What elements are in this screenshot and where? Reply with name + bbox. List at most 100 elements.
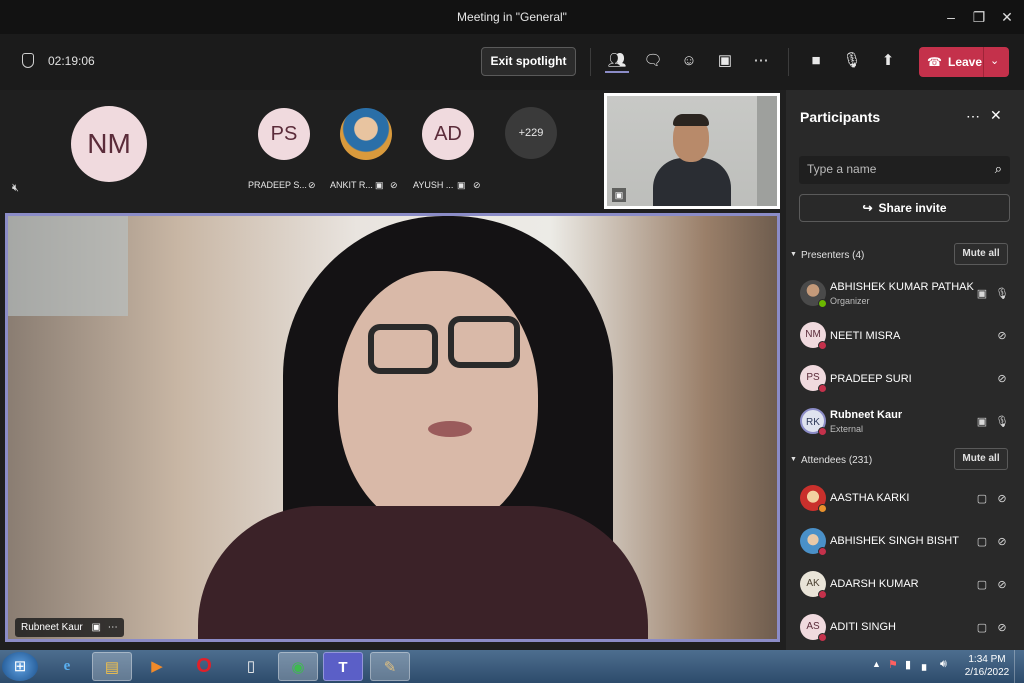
participant-name: Rubneet Kaur [21,622,83,633]
mic-off-icon[interactable]: ⊘ [994,328,1010,344]
mic-off-icon: ⊘ [390,180,398,190]
minimize-icon[interactable]: – [940,6,962,28]
more-options-icon[interactable]: ⋯ [966,108,980,125]
show-hidden-icons[interactable]: ▲ [872,659,881,669]
screen-share-icon: ▣ [976,288,988,300]
chevron-down-icon[interactable]: ⌄ [990,54,999,67]
teams-icon[interactable]: T [323,652,363,681]
toolbar-divider [788,48,789,76]
mute-all-button[interactable]: Mute all [954,243,1008,265]
panel-title: Participants [800,109,881,125]
mic-off-icon[interactable]: ⊘ [994,577,1010,593]
mic-off-icon: ⊘ [473,180,481,190]
status-busy-icon [818,590,827,599]
presenters-label: Presenters (4) [801,250,865,261]
status-busy-icon [818,427,827,436]
screen-share-icon: ▣ [976,416,988,428]
search-icon[interactable]: ⌕ [995,161,1002,177]
shield-icon [22,53,34,68]
caret-down-icon[interactable]: ▼ [790,456,797,463]
exit-spotlight-button[interactable]: Exit spotlight [481,47,576,76]
volume-icon[interactable]: 🔊︎ [940,658,947,671]
mic-off-icon[interactable]: ⊘ [994,371,1010,387]
screen-share-icon: ▣ [91,622,101,633]
file-explorer-icon[interactable]: ▤ [92,652,132,681]
participant-row[interactable]: AK ADARSH KUMAR ▢ ⊘ [786,565,1024,605]
camera-off-icon: ▢ [976,579,988,591]
video-name-label: Rubneet Kaur ▣ ⋯ [15,618,124,637]
leave-button[interactable]: ☎ Leave ⌄ [919,47,1009,77]
chrome-icon[interactable]: ◉ [278,652,318,681]
more-options-icon[interactable]: ⋯ [108,622,118,633]
tile-name: PRADEEP S... [248,180,307,190]
caret-down-icon[interactable]: ▼ [790,251,797,258]
mic-off-icon[interactable]: ⊘ [994,534,1010,550]
microphone-icon[interactable]: 🎙︎ [840,49,864,73]
share-invite-button[interactable]: ↪ Share invite [799,194,1010,222]
system-clock[interactable]: 1:34 PM 2/16/2022 [963,653,1011,679]
camera-icon[interactable]: ■ [804,49,828,73]
mic-off-icon[interactable]: ⊘ [994,491,1010,507]
chat-icon[interactable]: 🗨︎ [641,49,665,73]
reactions-icon[interactable]: ☺ [677,49,701,73]
paint-icon[interactable]: ✎ [370,652,410,681]
network-icon[interactable]: ▖ [922,658,930,671]
document-icon[interactable]: ▯ [231,652,271,681]
microphone-icon[interactable]: 🎙︎ [994,286,1010,302]
participant-row[interactable]: ABHISHEK KUMAR PATHAK Organizer ▣ 🎙︎ [786,274,1024,314]
mute-all-button[interactable]: Mute all [954,448,1008,470]
participants-panel: Participants ⋯ ✕ ⌕ ↪ Share invite ▼ Prese… [786,90,1024,650]
participant-row[interactable]: AS ADITI SINGH ▢ ⊘ [786,608,1024,648]
person-body [653,158,731,206]
meeting-toolbar: 02:19:06 Exit spotlight 👥︎ 🗨︎ ☺ ▣ ⋯ ■ 🎙︎… [0,34,1024,90]
screen-share-icon: ▣ [375,180,384,190]
battery-icon[interactable]: ▮ [905,658,911,671]
tile-name: ANKIT R... [330,180,373,190]
opera-icon[interactable]: O [184,652,224,681]
self-video: ▣ [604,93,780,209]
clock-date: 2/16/2022 [964,667,1010,678]
restore-icon[interactable]: ❐ [968,6,990,28]
attendees-section: ▼ Attendees (231) Mute all [786,448,1024,474]
media-player-icon[interactable]: ▶ [137,652,177,681]
status-busy-icon [818,547,827,556]
avatar: PS [258,108,310,160]
participant-name: Rubneet Kaur [830,409,903,421]
action-center-icon[interactable]: ⚑ [888,658,898,671]
search-input[interactable] [807,162,977,176]
glasses-right [448,316,520,368]
close-window-icon[interactable]: ✕ [996,6,1018,28]
status-busy-icon [818,633,827,642]
participant-role: External [830,424,864,434]
show-desktop-button[interactable] [1014,650,1024,683]
participant-row[interactable]: RK Rubneet Kaur External ▣ 🎙︎ [786,402,1024,442]
start-button[interactable]: ⊞ [2,652,38,681]
screen-share-icon: ▣ [612,188,626,202]
window-light [8,216,128,316]
participant-row[interactable]: ABHISHEK SINGH BISHT ▢ ⊘ [786,522,1024,562]
more-participants-button[interactable]: +229 [505,107,557,159]
person-mouth [428,421,472,437]
tile-name: AYUSH ... [413,180,454,190]
participant-name: AASTHA KARKI [830,492,910,504]
microphone-icon[interactable]: 🎙︎ [994,414,1010,430]
close-icon[interactable]: ✕ [990,107,1002,124]
participant-row[interactable]: NM NEETI MISRA ⊘ [786,316,1024,356]
share-icon: ↪ [862,201,873,215]
participant-name: NEETI MISRA [830,330,901,342]
participant-name: ABHISHEK SINGH BISHT [830,535,959,547]
person-hair [673,114,709,126]
rooms-icon[interactable]: ▣ [713,49,737,73]
camera-off-icon: ▢ [976,536,988,548]
status-available-icon [818,299,827,308]
taskbar: ⊞ e ▤ ▶ O ▯ ◉ T ✎ ▲ ⚑ ▮ ▖ 🔊︎ 1:34 PM 2/1… [0,650,1024,683]
more-actions-icon[interactable]: ⋯ [749,49,773,73]
participants-icon[interactable]: 👥︎ [605,49,629,73]
share-screen-icon[interactable]: ⬆ [876,49,900,73]
glasses-left [368,324,438,374]
participant-row[interactable]: PS PRADEEP SURI ⊘ [786,359,1024,399]
mic-off-icon[interactable]: ⊘ [994,620,1010,636]
participant-row[interactable]: AASTHA KARKI ▢ ⊘ [786,479,1024,519]
search-box: ⌕ [799,156,1010,184]
internet-explorer-icon[interactable]: e [47,652,87,681]
